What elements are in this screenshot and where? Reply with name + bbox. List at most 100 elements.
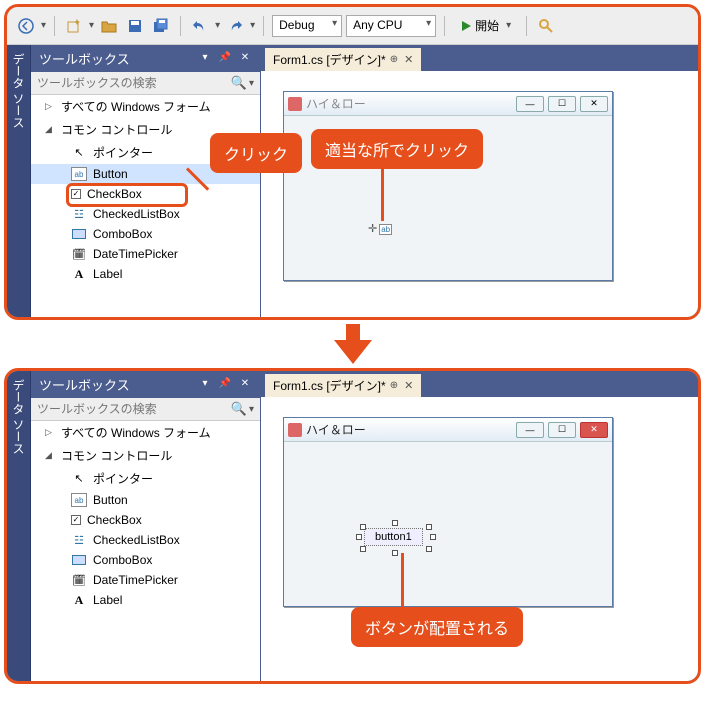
- toolbox-search-box[interactable]: 🔍 ▾: [31, 72, 260, 95]
- undo-button[interactable]: [189, 15, 211, 37]
- label-icon: A: [71, 267, 87, 281]
- search-icon[interactable]: 🔍: [231, 401, 247, 417]
- callout-click: クリック: [210, 133, 302, 173]
- checkbox-icon: ✓: [71, 515, 81, 525]
- tree-item-datetimepicker[interactable]: 🗓DateTimePicker: [31, 570, 260, 590]
- toolbox-search-input[interactable]: [37, 76, 231, 90]
- form-icon: [288, 423, 302, 437]
- tab-pin-button[interactable]: ⊕: [390, 54, 398, 65]
- tree-item-checkedlistbox[interactable]: ☳CheckedListBox: [31, 204, 260, 224]
- callout-button-placed: ボタンが配置される: [351, 607, 523, 647]
- play-icon: [460, 20, 472, 32]
- callout-line: [401, 553, 404, 607]
- design-canvas[interactable]: ハイ＆ロー — ☐ ✕ ✛ab 適当な所でクリック: [261, 71, 698, 317]
- form-minimize-button[interactable]: —: [516, 422, 544, 438]
- pointer-icon: ↖: [71, 472, 87, 486]
- datasources-side-tab[interactable]: データ ソース: [7, 45, 31, 317]
- tree-item-combobox[interactable]: ComboBox: [31, 224, 260, 244]
- start-button[interactable]: 開始 ▾: [453, 14, 518, 37]
- expand-icon: ▷: [45, 101, 55, 112]
- search-icon[interactable]: 🔍: [231, 75, 247, 91]
- save-button[interactable]: [124, 15, 146, 37]
- tree-item-button[interactable]: abButton: [31, 490, 260, 510]
- file-tab-form1[interactable]: Form1.cs [デザイン]* ⊕ ✕: [265, 374, 421, 397]
- datetimepicker-icon: 🗓: [71, 247, 87, 261]
- toolbox-title-text: ツールボックス: [39, 49, 130, 68]
- tree-item-label[interactable]: ALabel: [31, 590, 260, 610]
- pointer-icon: ↖: [71, 146, 87, 160]
- tree-group-common[interactable]: ◢コモン コントロール: [31, 444, 260, 467]
- form-titlebar: ハイ＆ロー — ☐ ✕: [284, 92, 612, 116]
- callout-click-anywhere: 適当な所でクリック: [311, 129, 483, 169]
- form-maximize-button[interactable]: ☐: [548, 422, 576, 438]
- toolbox-search-input[interactable]: [37, 402, 231, 416]
- callout-line: [381, 165, 384, 221]
- button-icon: ab: [71, 167, 87, 181]
- tree-item-combobox[interactable]: ComboBox: [31, 550, 260, 570]
- tab-close-button[interactable]: ✕: [404, 53, 413, 66]
- form-close-button[interactable]: ✕: [580, 96, 608, 112]
- placed-button1[interactable]: button1: [364, 528, 423, 546]
- tab-close-button[interactable]: ✕: [404, 379, 413, 392]
- main-toolbar: ▾ ▾ ▾ ▾ Debug Any CPU 開始 ▾: [7, 7, 698, 45]
- form-maximize-button[interactable]: ☐: [548, 96, 576, 112]
- tab-pin-button[interactable]: ⊕: [390, 380, 398, 391]
- design-canvas[interactable]: ハイ＆ロー — ☐ ✕ button1: [261, 397, 698, 681]
- designed-form[interactable]: ハイ＆ロー — ☐ ✕ button1: [283, 417, 613, 607]
- new-item-button[interactable]: [63, 15, 85, 37]
- design-area: Form1.cs [デザイン]* ⊕ ✕ ハイ＆ロー — ☐: [261, 371, 698, 681]
- start-label: 開始: [475, 17, 499, 34]
- toolbox-title-text: ツールボックス: [39, 375, 130, 394]
- open-button[interactable]: [98, 15, 120, 37]
- drop-cursor-indicator: ✛ab: [368, 222, 392, 235]
- toolbox-pin-button[interactable]: 📌: [218, 52, 232, 66]
- toolbox-tree: ▷ すべての Windows フォーム ◢ コモン コントロール ↖ポインター …: [31, 95, 260, 317]
- datetimepicker-icon: 🗓: [71, 573, 87, 587]
- form-close-button[interactable]: ✕: [580, 422, 608, 438]
- toolbox-panel: ツールボックス ▾ 📌 ✕ 🔍 ▾ ▷すべての Windows フォーム ◢コモ…: [31, 371, 261, 681]
- toolbox-dropdown-button[interactable]: ▾: [198, 378, 212, 392]
- tree-item-label[interactable]: ALabel: [31, 264, 260, 284]
- checkedlistbox-icon: ☳: [71, 207, 87, 221]
- toolbox-dropdown-button[interactable]: ▾: [198, 52, 212, 66]
- tree-group-all-forms[interactable]: ▷すべての Windows フォーム: [31, 421, 260, 444]
- design-area: Form1.cs [デザイン]* ⊕ ✕ ハイ＆ロー — ☐: [261, 45, 698, 317]
- form-title-text: ハイ＆ロー: [306, 421, 516, 438]
- platform-combo[interactable]: Any CPU: [346, 15, 436, 37]
- form-title-text: ハイ＆ロー: [306, 95, 516, 112]
- form-icon: [288, 97, 302, 111]
- find-button[interactable]: [535, 15, 557, 37]
- toolbox-titlebar: ツールボックス ▾ 📌 ✕: [31, 371, 260, 398]
- form-minimize-button[interactable]: —: [516, 96, 544, 112]
- config-combo[interactable]: Debug: [272, 15, 342, 37]
- toolbox-close-button[interactable]: ✕: [238, 378, 252, 392]
- save-all-button[interactable]: [150, 15, 172, 37]
- toolbox-pin-button[interactable]: 📌: [218, 378, 232, 392]
- collapse-icon: ◢: [45, 124, 55, 135]
- redo-button[interactable]: [224, 15, 246, 37]
- toolbox-tree: ▷すべての Windows フォーム ◢コモン コントロール ↖ポインター ab…: [31, 421, 260, 681]
- tree-group-all-forms[interactable]: ▷ すべての Windows フォーム: [31, 95, 260, 118]
- toolbox-search-box[interactable]: 🔍 ▾: [31, 398, 260, 421]
- tree-item-checkedlistbox[interactable]: ☳CheckedListBox: [31, 530, 260, 550]
- form-titlebar: ハイ＆ロー — ☐ ✕: [284, 418, 612, 442]
- combobox-icon: [71, 553, 87, 567]
- tree-item-checkbox[interactable]: ✓CheckBox: [31, 184, 260, 204]
- tree-item-pointer[interactable]: ↖ポインター: [31, 467, 260, 490]
- flow-arrow-down: [0, 324, 705, 364]
- button-icon: ab: [71, 493, 87, 507]
- nav-back-button[interactable]: [15, 15, 37, 37]
- tree-item-datetimepicker[interactable]: 🗓DateTimePicker: [31, 244, 260, 264]
- label-icon: A: [71, 593, 87, 607]
- datasources-side-tab[interactable]: データ ソース: [7, 371, 31, 681]
- tree-item-checkbox[interactable]: ✓CheckBox: [31, 510, 260, 530]
- checkbox-icon: ✓: [71, 189, 81, 199]
- file-tab-form1[interactable]: Form1.cs [デザイン]* ⊕ ✕: [265, 48, 421, 71]
- checkedlistbox-icon: ☳: [71, 533, 87, 547]
- toolbox-close-button[interactable]: ✕: [238, 52, 252, 66]
- document-tab-strip: Form1.cs [デザイン]* ⊕ ✕: [261, 45, 698, 71]
- combobox-icon: [71, 227, 87, 241]
- designed-form[interactable]: ハイ＆ロー — ☐ ✕ ✛ab: [283, 91, 613, 281]
- toolbox-panel: ツールボックス ▾ 📌 ✕ 🔍 ▾ ▷ すべての Windows フォーム: [31, 45, 261, 317]
- toolbox-titlebar: ツールボックス ▾ 📌 ✕: [31, 45, 260, 72]
